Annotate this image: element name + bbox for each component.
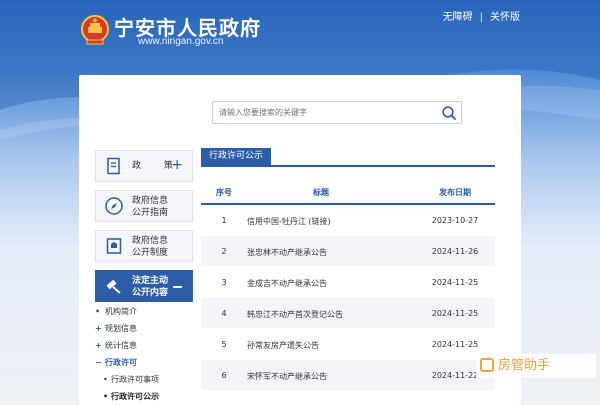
accessibility-link[interactable]: 无障碍 xyxy=(443,12,473,23)
site-header: 宁安市人民政府 www.ningan.gov.cn 无障碍 | 关怀版 xyxy=(0,0,600,70)
row-title-link[interactable]: 孙常友房产遗失公告 xyxy=(247,340,319,351)
subnav-child-license-items[interactable]: • 行政许可事项 xyxy=(95,371,193,388)
subnav-item-planning[interactable]: + 规划信息 xyxy=(95,320,193,337)
column-header-title: 标题 xyxy=(313,188,329,197)
table-row[interactable]: 5 孙常友房产遗失公告 2024-11-25 xyxy=(201,329,495,360)
watermark-logo-icon xyxy=(480,358,494,372)
sidebar-item-statutory-content[interactable]: 法定主动 公开内容 xyxy=(95,270,193,302)
search-input[interactable] xyxy=(219,105,429,120)
row-date: 2024-11-25 xyxy=(431,340,479,349)
row-date: 2023-10-27 xyxy=(431,216,479,225)
top-links: 无障碍 | 关怀版 xyxy=(442,12,520,23)
row-title-link[interactable]: 张忠林不动产继承公告 xyxy=(247,247,327,258)
table-header: 序号 标题 发布日期 xyxy=(201,175,495,205)
sidebar-item-disclosure-guide[interactable]: 政府信息 公开指南 xyxy=(95,190,193,222)
site-url: www.ningan.gov.cn xyxy=(138,36,224,47)
row-title-link[interactable]: 金成吉不动产继承公告 xyxy=(247,278,327,289)
row-number: 3 xyxy=(221,278,227,287)
row-date: 2024-11-26 xyxy=(431,247,479,256)
row-title-link[interactable]: 韩忠江不动产首次登记公告 xyxy=(247,309,343,320)
subnav-item-statistics[interactable]: + 统计信息 xyxy=(95,337,193,354)
search-icon[interactable] xyxy=(441,105,457,121)
main-panel: 政 策 + 政府信息 公开指南 政府信息 公开制度 xyxy=(79,75,521,405)
subnav-child-license-notice[interactable]: • 行政许可公示 xyxy=(95,388,193,405)
sidebar-subnav: • 机构简介 + 规划信息 + 统计信息 − 行政许可 • 行政许可事项 • 行政许可公示 xyxy=(95,303,193,405)
rules-icon xyxy=(106,238,122,254)
column-header-date: 发布日期 xyxy=(439,188,471,197)
collapse-minus-icon[interactable] xyxy=(173,286,182,288)
care-mode-link[interactable]: 关怀版 xyxy=(490,12,520,23)
section-title-tab: 行政许可公示 xyxy=(201,148,272,165)
sidebar-item-label: 政府信息 公开制度 xyxy=(132,236,169,258)
subnav-item-org-intro[interactable]: • 机构简介 xyxy=(95,303,193,320)
national-emblem-icon xyxy=(81,15,109,45)
row-date: 2024-11-25 xyxy=(431,309,479,318)
sidebar-item-policy[interactable]: 政 策 + xyxy=(95,150,193,182)
row-date: 2024-11-25 xyxy=(431,278,479,287)
table-row[interactable]: 2 张忠林不动产继承公告 2024-11-26 xyxy=(201,236,495,267)
compass-icon xyxy=(105,197,123,215)
table-row[interactable]: 1 信用中国-牡丹江 (链接) 2023-10-27 xyxy=(201,205,495,236)
sidebar-item-label: 法定主动 公开内容 xyxy=(132,276,169,298)
gavel-icon xyxy=(106,279,121,294)
sidebar: 政 策 + 政府信息 公开指南 政府信息 公开制度 法定主动 公开内容 xyxy=(95,150,193,310)
sidebar-item-label: 政府信息 公开指南 xyxy=(132,196,169,218)
row-number: 1 xyxy=(221,216,227,225)
table-row[interactable]: 4 韩忠江不动产首次登记公告 2024-11-25 xyxy=(201,298,495,329)
row-title-link[interactable]: 宋怀军不动产继承公告 xyxy=(247,371,327,382)
column-header-number: 序号 xyxy=(216,188,232,197)
row-number: 6 xyxy=(221,371,227,380)
row-number: 4 xyxy=(221,309,227,318)
sidebar-item-disclosure-rules[interactable]: 政府信息 公开制度 xyxy=(95,230,193,262)
table-row[interactable]: 6 宋怀军不动产继承公告 2024-11-22 xyxy=(201,360,495,391)
subnav-item-admin-license[interactable]: − 行政许可 xyxy=(95,354,193,371)
row-number: 5 xyxy=(221,340,227,349)
watermark-badge: 房管助手 xyxy=(476,354,596,378)
document-icon xyxy=(107,157,120,175)
table-row[interactable]: 3 金成吉不动产继承公告 2024-11-25 xyxy=(201,267,495,298)
row-number: 2 xyxy=(221,247,227,256)
expand-plus-icon[interactable]: + xyxy=(171,157,183,173)
watermark-text: 房管助手 xyxy=(498,358,551,373)
section-header: 行政许可公示 xyxy=(201,148,495,167)
content-area: 行政许可公示 序号 标题 发布日期 1 信用中国-牡丹江 (链接) 2023-1… xyxy=(201,148,495,391)
search-box xyxy=(212,101,462,124)
row-title-link[interactable]: 信用中国-牡丹江 (链接) xyxy=(247,216,331,227)
